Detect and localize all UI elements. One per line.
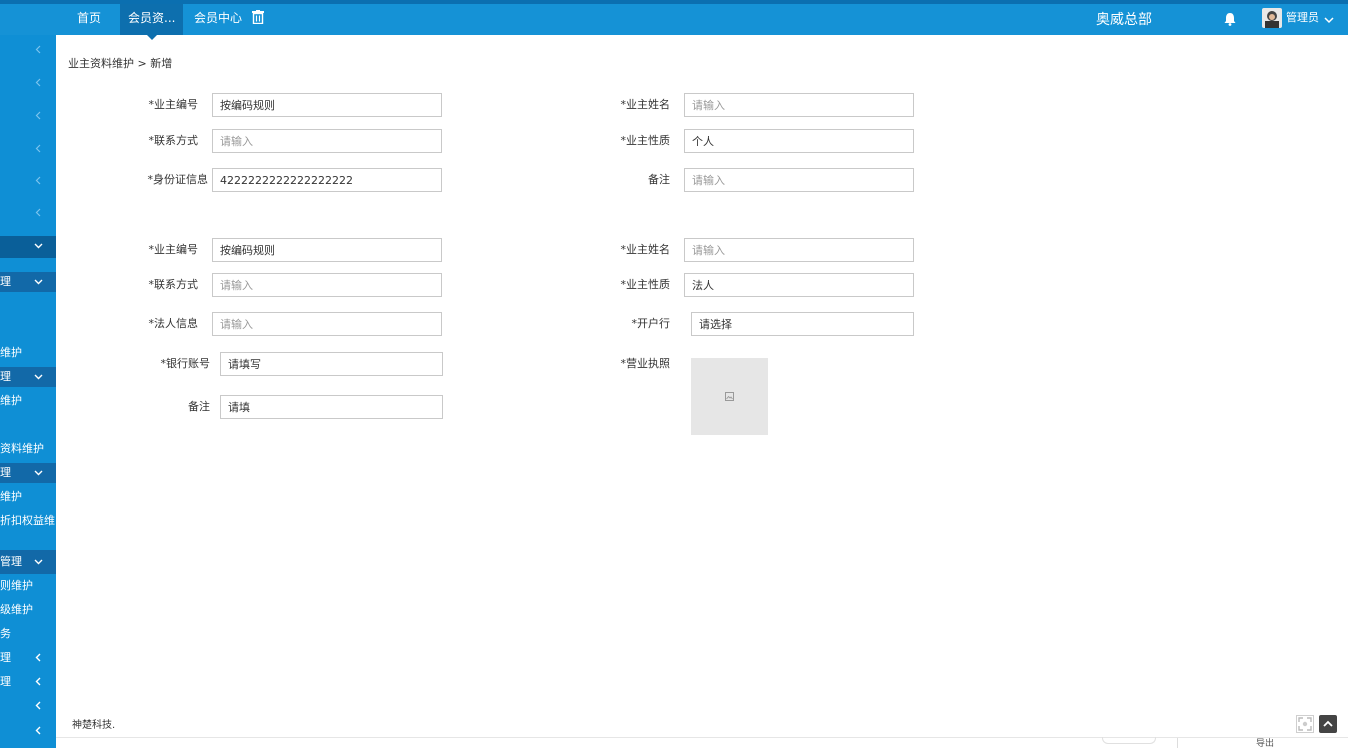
sidebar-item[interactable] [0, 139, 56, 159]
trash-icon[interactable] [252, 10, 264, 26]
sidebar-item[interactable] [0, 73, 56, 93]
contact-label: *联系方式 [148, 134, 199, 147]
business-license-upload[interactable] [691, 358, 768, 435]
remark-label: 备注 [188, 400, 210, 413]
chevron-left-icon [35, 677, 41, 686]
chevron-left-icon [35, 111, 41, 120]
sidebar-group[interactable]: 理 [0, 367, 56, 387]
scroll-top-icon[interactable] [1319, 715, 1337, 733]
chevron-down-icon [34, 279, 43, 285]
top-navbar: 首页 会员资... 会员中心 奥威总部 管理员 [0, 0, 1348, 40]
chevron-down-icon [34, 559, 43, 565]
sidebar-group[interactable]: 理 [0, 272, 56, 292]
sidebar-group[interactable] [0, 721, 56, 741]
sidebar: 理 维护 理 维护 资料维护 理 维护 折扣权益维 管理 则维护 级维护 务 理… [0, 35, 56, 748]
chevron-left-icon [35, 144, 41, 153]
bank-label: *开户行 [631, 317, 671, 330]
nav-home[interactable]: 首页 [77, 4, 101, 35]
bank-account-label: *银行账号 [160, 357, 211, 370]
nav-member-center[interactable]: 会员中心 [194, 4, 242, 35]
id-card-input[interactable] [212, 168, 442, 192]
chevron-left-icon [35, 726, 41, 735]
sidebar-item[interactable]: 折扣权益维 [0, 511, 56, 531]
business-license-label: *营业执照 [620, 357, 671, 370]
chevron-down-icon [34, 470, 43, 476]
sidebar-group[interactable] [0, 696, 56, 716]
sidebar-item[interactable]: 务 [0, 624, 56, 644]
sidebar-item[interactable] [0, 40, 56, 60]
chevron-left-icon [35, 208, 41, 217]
legal-person-input[interactable] [212, 312, 442, 336]
sidebar-item[interactable]: 则维护 [0, 576, 56, 596]
sidebar-group[interactable]: 理 [0, 463, 56, 483]
bank-account-input[interactable] [220, 352, 443, 376]
sidebar-group[interactable]: 理 [0, 672, 56, 692]
bell-icon[interactable] [1223, 12, 1237, 26]
sidebar-item[interactable] [0, 306, 56, 326]
sidebar-group[interactable] [0, 236, 56, 258]
company-footer: 神楚科技. [72, 720, 116, 731]
owner-name-input[interactable] [684, 238, 914, 262]
sidebar-item[interactable] [0, 415, 56, 435]
id-card-label: *身份证信息 [147, 173, 209, 186]
owner-code-input[interactable] [212, 238, 442, 262]
remark-input[interactable] [220, 395, 443, 419]
remark-input[interactable] [684, 168, 914, 192]
org-name[interactable]: 奥威总部 [1096, 4, 1152, 35]
sidebar-item[interactable]: 维护 [0, 343, 56, 363]
owner-code-label: *业主编号 [148, 98, 199, 111]
sidebar-item[interactable] [0, 171, 56, 191]
owner-type-input[interactable] [684, 129, 914, 153]
owner-name-label: *业主姓名 [620, 98, 671, 111]
chevron-down-icon [34, 243, 43, 249]
chevron-down-icon[interactable] [1324, 14, 1334, 24]
avatar[interactable] [1262, 8, 1282, 28]
sidebar-group[interactable]: 管理 [0, 550, 56, 574]
chevron-left-icon [35, 653, 41, 662]
sidebar-item[interactable]: 维护 [0, 487, 56, 507]
active-tab-caret [147, 35, 157, 40]
contact-label: *联系方式 [148, 278, 199, 291]
export-button[interactable]: 导出 [1256, 736, 1274, 749]
divider [1177, 738, 1178, 748]
sidebar-item[interactable]: 维护 [0, 391, 56, 411]
owner-name-input[interactable] [684, 93, 914, 117]
owner-name-label: *业主姓名 [620, 243, 671, 256]
sidebar-item[interactable]: 级维护 [0, 600, 56, 620]
nav-member-info-label: 会员资... [128, 11, 176, 25]
user-menu[interactable]: 管理员 [1286, 4, 1319, 35]
sidebar-group[interactable]: 理 [0, 648, 56, 668]
breadcrumb: 业主资料维护 > 新增 [68, 57, 173, 70]
sidebar-item[interactable] [0, 106, 56, 126]
chevron-left-icon [35, 78, 41, 87]
bottom-tab[interactable] [1102, 737, 1156, 744]
chevron-left-icon [35, 45, 41, 54]
sidebar-item[interactable] [0, 203, 56, 223]
legal-person-label: *法人信息 [148, 317, 199, 330]
contact-input[interactable] [212, 273, 442, 297]
owner-type-label: *业主性质 [620, 134, 671, 147]
bank-select[interactable] [691, 312, 914, 336]
fullscreen-icon[interactable] [1296, 715, 1314, 733]
remark-label: 备注 [648, 173, 670, 186]
sidebar-item[interactable]: 资料维护 [0, 439, 56, 459]
contact-input[interactable] [212, 129, 442, 153]
nav-member-info[interactable]: 会员资... [120, 4, 184, 40]
chevron-down-icon [34, 374, 43, 380]
chevron-left-icon [35, 176, 41, 185]
chevron-left-icon [35, 701, 41, 710]
owner-code-input[interactable] [212, 93, 442, 117]
image-icon [725, 392, 734, 401]
owner-type-input[interactable] [684, 273, 914, 297]
owner-code-label: *业主编号 [148, 243, 199, 256]
owner-type-label: *业主性质 [620, 278, 671, 291]
